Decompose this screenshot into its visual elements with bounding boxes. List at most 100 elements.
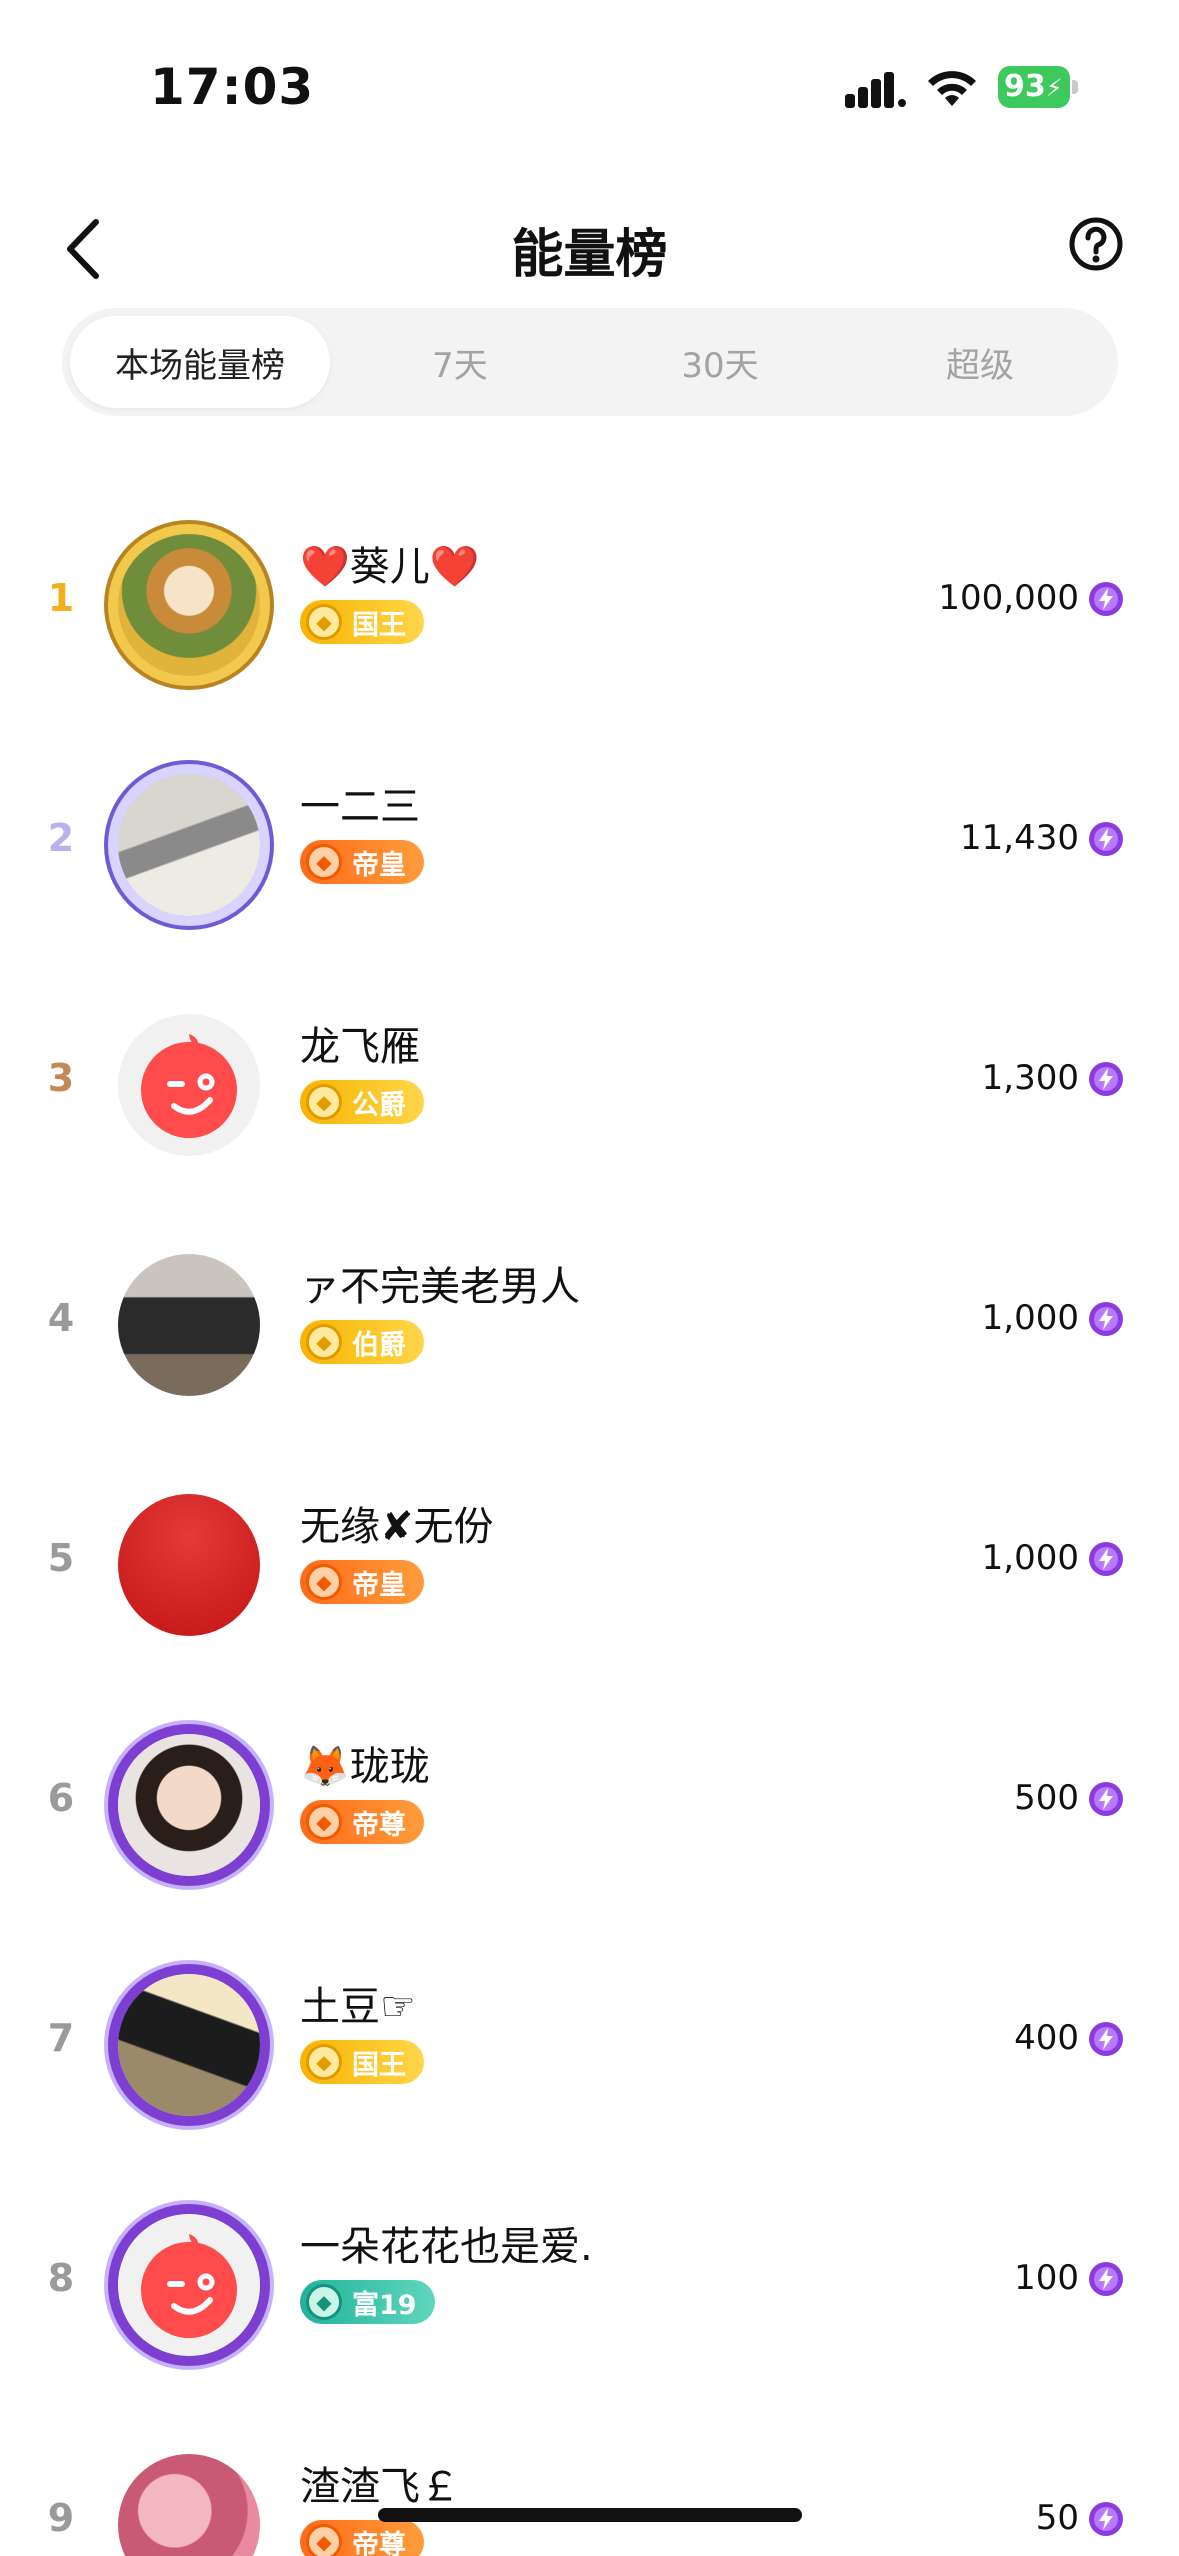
badge-label: 国王	[352, 2049, 406, 2081]
badge-label: 帝尊	[352, 2529, 406, 2556]
level-badge: ◆ 国王	[300, 2040, 424, 2084]
period-tabs: 本场能量榜 7天 30天 超级	[62, 308, 1118, 416]
avatar-image	[118, 534, 260, 676]
badge-emblem-icon: ◆	[306, 2284, 342, 2320]
rank-number: 6	[47, 1776, 75, 1820]
status-time: 17:03	[150, 58, 315, 116]
rank-number: 4	[47, 1296, 75, 1340]
tab-super[interactable]: 超级	[850, 316, 1110, 408]
energy-score: 400	[1014, 2018, 1079, 2058]
avatar[interactable]	[96, 2192, 282, 2378]
avatar-image	[118, 1014, 260, 1156]
avatar-image	[118, 2454, 260, 2556]
energy-bolt-icon	[1089, 1062, 1123, 1096]
badge-emblem-icon: ◆	[306, 1564, 342, 1600]
energy-bolt-icon	[1089, 582, 1123, 616]
tab-7-days[interactable]: 7天	[330, 316, 590, 408]
energy-score: 1,300	[981, 1058, 1079, 1098]
user-name[interactable]: 一朵花花也是爱.	[300, 2214, 593, 2272]
ranking-row[interactable]: 5 无缘✘无份 ◆ 帝皇 1,000	[0, 1440, 1179, 1680]
badge-emblem-icon: ◆	[306, 2524, 342, 2556]
badge-label: 伯爵	[352, 1329, 406, 1361]
tab-session[interactable]: 本场能量榜	[70, 316, 330, 408]
avatar[interactable]	[96, 1472, 282, 1658]
badge-label: 国王	[352, 609, 406, 641]
energy-bolt-icon	[1089, 1782, 1123, 1816]
signal-icon	[845, 72, 906, 108]
energy-score: 1,000	[981, 1538, 1079, 1578]
battery-level: 93	[1004, 69, 1046, 104]
rank-number: 9	[47, 2496, 75, 2540]
avatar[interactable]	[96, 992, 282, 1178]
tab-30-days[interactable]: 30天	[590, 316, 850, 408]
page-title: 能量榜	[511, 225, 668, 285]
rank-number: 2	[47, 816, 75, 860]
user-name[interactable]: 渣渣飞￡	[300, 2454, 460, 2512]
user-name[interactable]: 龙飞雁	[300, 1014, 420, 1072]
user-name[interactable]: 🦊珑珑	[300, 1734, 430, 1792]
badge-label: 帝皇	[352, 849, 406, 881]
user-name[interactable]: 一二三	[300, 774, 420, 832]
status-bar: 17:03 93⚡	[0, 0, 1179, 150]
avatar-image	[118, 1734, 260, 1876]
level-badge: ◆ 伯爵	[300, 1320, 424, 1364]
ranking-list: 1 ❤️葵儿❤️ ◆ 国王 100,000 2 一二三 ◆ 帝皇 11,430 3 龙飞雁 ◆ 公爵 1,3…	[0, 480, 1179, 2556]
ranking-row[interactable]: 8 一朵花花也是爱. ◆ 富19 100	[0, 2160, 1179, 2400]
avatar[interactable]	[96, 512, 282, 698]
energy-score: 50	[1035, 2498, 1079, 2538]
badge-emblem-icon: ◆	[306, 604, 342, 640]
avatar[interactable]	[96, 752, 282, 938]
energy-score: 1,000	[981, 1298, 1079, 1338]
battery-icon: 93⚡	[998, 66, 1078, 108]
wink-face-icon	[141, 2234, 237, 2338]
rank-number: 7	[47, 2016, 75, 2060]
home-indicator	[378, 2508, 802, 2522]
avatar-image	[118, 1494, 260, 1636]
user-name[interactable]: ❤️葵儿❤️	[300, 534, 480, 592]
badge-label: 公爵	[352, 1089, 406, 1121]
help-icon[interactable]	[1066, 214, 1126, 274]
energy-bolt-icon	[1089, 2022, 1123, 2056]
energy-bolt-icon	[1089, 2502, 1123, 2536]
energy-score: 11,430	[960, 818, 1079, 858]
ranking-row[interactable]: 3 龙飞雁 ◆ 公爵 1,300	[0, 960, 1179, 1200]
badge-emblem-icon: ◆	[306, 1084, 342, 1120]
badge-emblem-icon: ◆	[306, 1804, 342, 1840]
level-badge: ◆ 帝皇	[300, 1560, 424, 1604]
rank-number: 8	[47, 2256, 75, 2300]
ranking-row[interactable]: 2 一二三 ◆ 帝皇 11,430	[0, 720, 1179, 960]
wink-face-icon	[141, 1034, 237, 1138]
energy-bolt-icon	[1089, 1302, 1123, 1336]
user-name[interactable]: 土豆☞	[300, 1974, 416, 2032]
badge-emblem-icon: ◆	[306, 2044, 342, 2080]
avatar[interactable]	[96, 1232, 282, 1418]
energy-score: 500	[1014, 1778, 1079, 1818]
rank-number: 1	[47, 576, 75, 620]
ranking-row[interactable]: 9 渣渣飞￡ ◆ 帝尊 50	[0, 2400, 1179, 2556]
header: 能量榜	[0, 190, 1179, 300]
user-name[interactable]: ァ不完美老男人	[300, 1254, 580, 1312]
wifi-icon	[928, 71, 976, 106]
ranking-row[interactable]: 4 ァ不完美老男人 ◆ 伯爵 1,000	[0, 1200, 1179, 1440]
avatar-image	[118, 1974, 260, 2116]
badge-label: 富19	[352, 2289, 417, 2321]
level-badge: ◆ 帝尊	[300, 2520, 424, 2556]
badge-emblem-icon: ◆	[306, 844, 342, 880]
level-badge: ◆ 公爵	[300, 1080, 424, 1124]
badge-label: 帝皇	[352, 1569, 406, 1601]
ranking-row[interactable]: 7 土豆☞ ◆ 国王 400	[0, 1920, 1179, 2160]
user-name[interactable]: 无缘✘无份	[300, 1494, 494, 1552]
avatar[interactable]	[96, 1712, 282, 1898]
avatar-image	[118, 2214, 260, 2356]
avatar[interactable]	[96, 2432, 282, 2556]
level-badge: ◆ 富19	[300, 2280, 435, 2324]
ranking-row[interactable]: 1 ❤️葵儿❤️ ◆ 国王 100,000	[0, 480, 1179, 720]
energy-bolt-icon	[1089, 822, 1123, 856]
ranking-row[interactable]: 6 🦊珑珑 ◆ 帝尊 500	[0, 1680, 1179, 1920]
badge-emblem-icon: ◆	[306, 1324, 342, 1360]
energy-score: 100,000	[938, 578, 1079, 618]
level-badge: ◆ 帝皇	[300, 840, 424, 884]
level-badge: ◆ 帝尊	[300, 1800, 424, 1844]
avatar[interactable]	[96, 1952, 282, 2138]
energy-bolt-icon	[1089, 2262, 1123, 2296]
